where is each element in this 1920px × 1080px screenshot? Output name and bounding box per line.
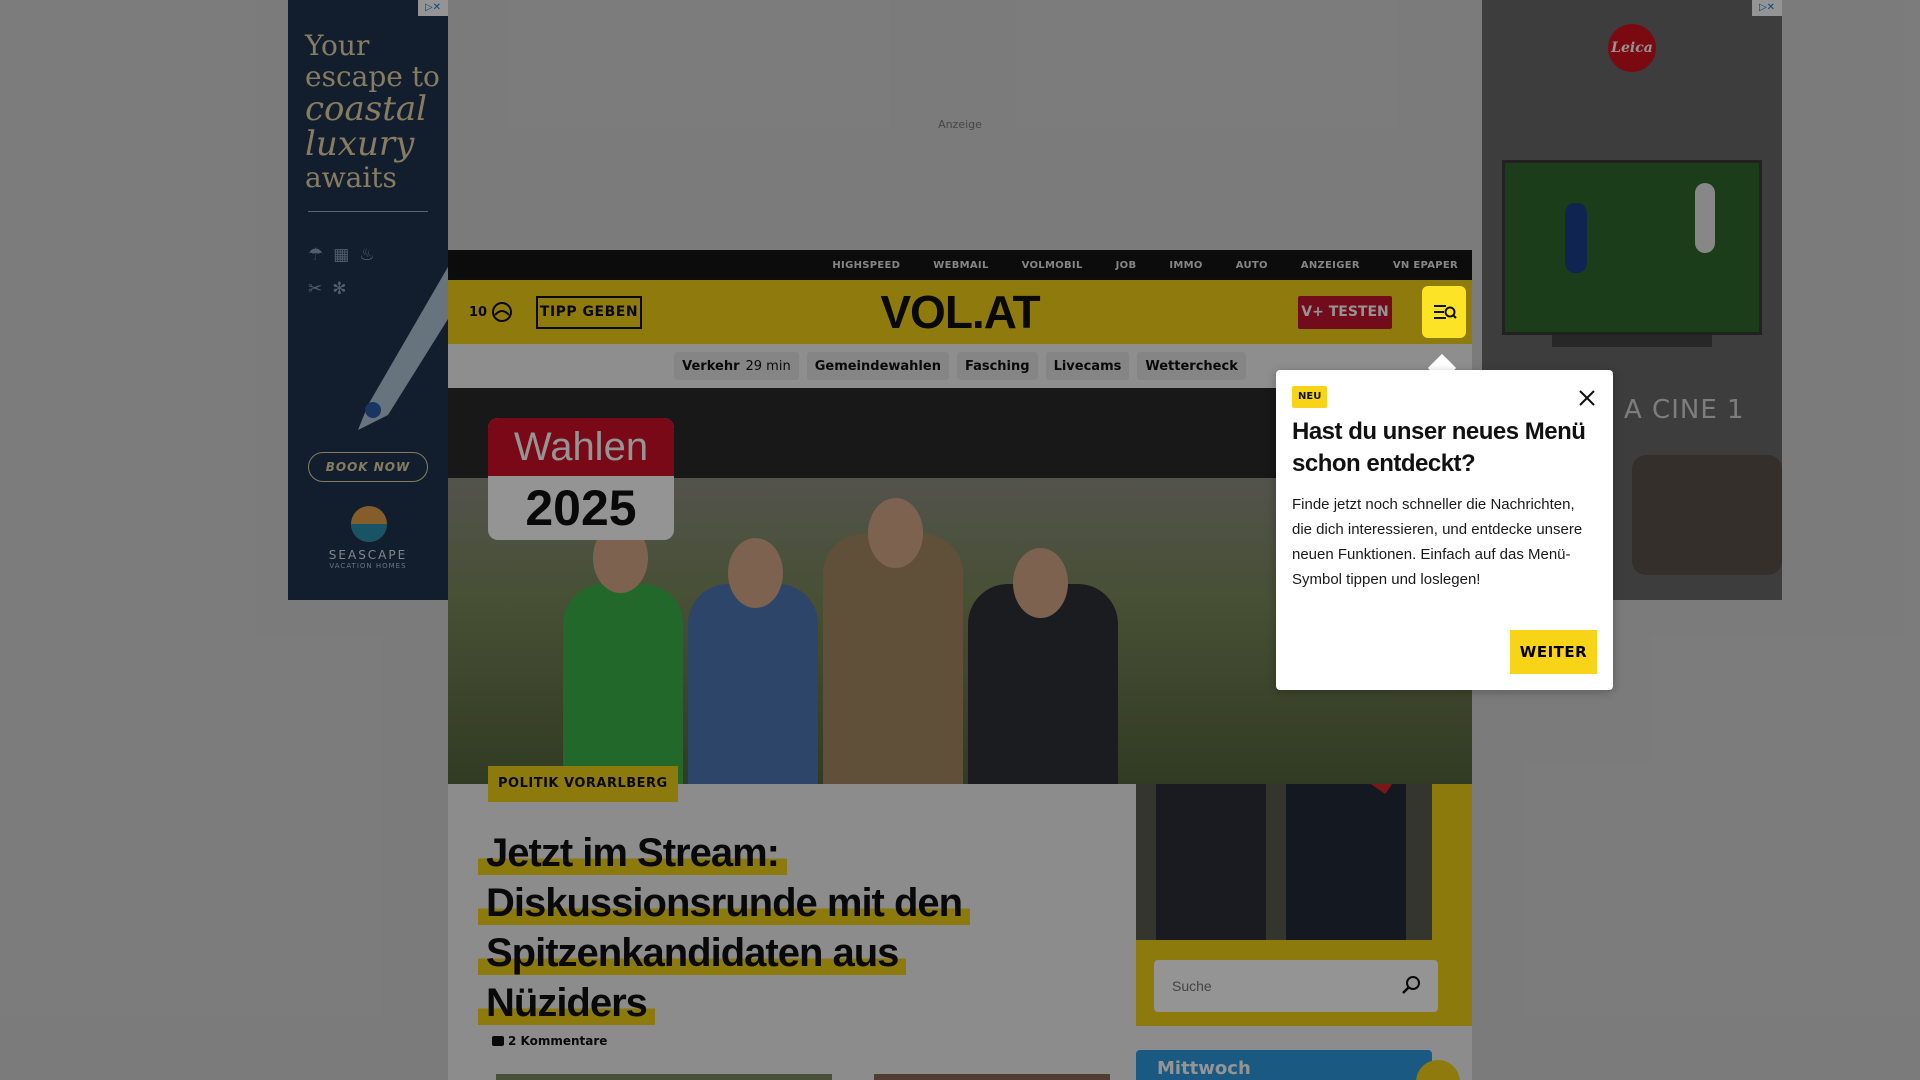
new-menu-popup: NEU Hast du unser neues Menü schon entde… <box>1276 370 1613 690</box>
new-badge: NEU <box>1292 386 1328 408</box>
popup-body: Finde jetzt noch schneller die Nachricht… <box>1292 496 1583 588</box>
modal-overlay[interactable] <box>0 0 1920 1080</box>
menu-search-icon <box>1434 305 1457 319</box>
popup-title: Hast du unser neues Menü schon entdeckt? <box>1292 418 1586 477</box>
weiter-button[interactable]: WEITER <box>1510 630 1597 674</box>
menu-button[interactable] <box>1422 286 1466 338</box>
close-icon[interactable] <box>1575 386 1599 410</box>
